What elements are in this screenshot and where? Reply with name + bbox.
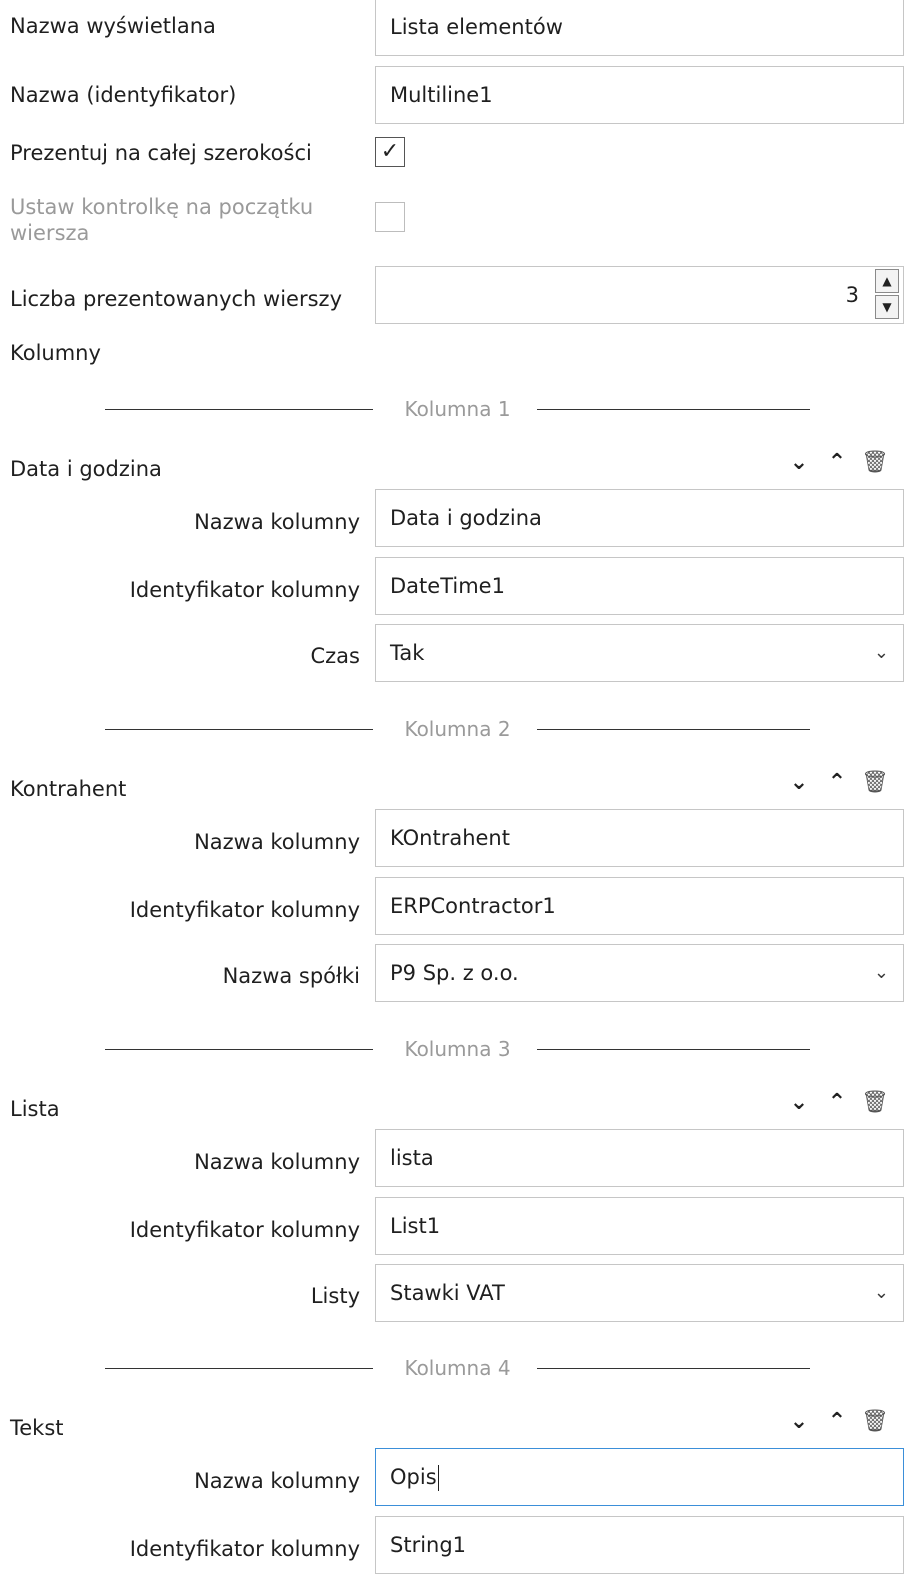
column-option-select[interactable]: Tak ⌄: [375, 624, 904, 682]
column-id-input[interactable]: List1: [375, 1197, 904, 1255]
column-separator-label: Kolumna 3: [404, 1037, 511, 1061]
column-name-value: Data i godzina: [390, 506, 542, 530]
move-up-icon[interactable]: ⌃: [818, 450, 856, 475]
column-name-input[interactable]: KOntrahent: [375, 809, 904, 867]
line-start-label-line1: Ustaw kontrolkę na początku: [10, 195, 314, 219]
column-toolbar: ⌄ ⌃ 🗑: [780, 450, 900, 480]
column-name-input[interactable]: lista: [375, 1129, 904, 1187]
line-start-label-line2: wiersza: [10, 221, 90, 245]
column-option-select[interactable]: Stawki VAT ⌄: [375, 1264, 904, 1322]
column-type-label: Kontrahent: [10, 777, 127, 801]
column-option-value: Stawki VAT: [390, 1281, 505, 1305]
trash-icon[interactable]: 🗑: [856, 1090, 894, 1115]
columns-label: Kolumny: [10, 341, 101, 365]
column-id-label: Identyfikator kolumny: [129, 898, 360, 922]
spin-down-icon[interactable]: ▼: [875, 295, 899, 319]
text-caret: [437, 1465, 439, 1491]
column-toolbar: ⌄ ⌃ 🗑: [780, 1409, 900, 1439]
move-up-icon[interactable]: ⌃: [818, 1409, 856, 1434]
rows-count-spinner[interactable]: 3 ▲ ▼: [375, 266, 904, 324]
column-name-label: Nazwa kolumny: [194, 830, 360, 854]
column-option-select[interactable]: P9 Sp. z o.o. ⌄: [375, 944, 904, 1002]
column-name-input[interactable]: Data i godzina: [375, 489, 904, 547]
column-option-label: Nazwa spółki: [222, 964, 360, 988]
column-name-label: Nazwa kolumny: [194, 1469, 360, 1493]
identifier-label: Nazwa (identyfikator): [10, 83, 237, 107]
column-separator: Kolumna 2: [105, 716, 810, 742]
column-separator-label: Kolumna 1: [404, 397, 511, 421]
column-separator-label: Kolumna 4: [404, 1356, 511, 1380]
checkmark-icon: ✓: [380, 139, 400, 164]
column-separator-label: Kolumna 2: [404, 717, 511, 741]
move-down-icon[interactable]: ⌄: [780, 1090, 818, 1115]
trash-icon[interactable]: 🗑: [856, 450, 894, 475]
column-toolbar: ⌄ ⌃ 🗑: [780, 1090, 900, 1120]
column-option-label: Listy: [310, 1284, 360, 1308]
column-name-label: Nazwa kolumny: [194, 1150, 360, 1174]
move-down-icon[interactable]: ⌄: [780, 450, 818, 475]
column-separator: Kolumna 3: [105, 1036, 810, 1062]
chevron-down-icon: ⌄: [873, 962, 889, 983]
rows-count-value: 3: [845, 283, 859, 307]
column-type-label: Data i godzina: [10, 457, 162, 481]
column-option-value: Tak: [390, 641, 425, 665]
trash-icon[interactable]: 🗑: [856, 770, 894, 795]
full-width-label: Prezentuj na całej szerokości: [10, 141, 312, 165]
column-type-label: Tekst: [10, 1416, 64, 1440]
line-start-checkbox[interactable]: [375, 202, 405, 232]
column-id-input[interactable]: ERPContractor1: [375, 877, 904, 935]
column-name-value: lista: [390, 1146, 434, 1170]
column-id-input[interactable]: DateTime1: [375, 557, 904, 615]
chevron-down-icon: ⌄: [873, 1282, 889, 1303]
column-name-label: Nazwa kolumny: [194, 510, 360, 534]
chevron-down-icon: ⌄: [873, 642, 889, 663]
column-id-label: Identyfikator kolumny: [129, 578, 360, 602]
display-name-label: Nazwa wyświetlana: [10, 14, 216, 38]
line-start-label: Ustaw kontrolkę na początku wiersza: [10, 194, 313, 246]
rows-count-label: Liczba prezentowanych wierszy: [10, 287, 343, 311]
column-name-value: KOntrahent: [390, 826, 510, 850]
column-option-value: P9 Sp. z o.o.: [390, 961, 519, 985]
column-separator: Kolumna 4: [105, 1355, 810, 1381]
column-option-label: Czas: [310, 644, 361, 668]
trash-icon[interactable]: 🗑: [856, 1409, 894, 1434]
column-id-label: Identyfikator kolumny: [129, 1218, 360, 1242]
move-down-icon[interactable]: ⌄: [780, 770, 818, 795]
column-type-label: Lista: [10, 1097, 60, 1121]
identifier-input[interactable]: Multiline1: [375, 66, 904, 124]
display-name-input[interactable]: Lista elementów: [375, 0, 904, 56]
column-id-input[interactable]: String1: [375, 1516, 904, 1574]
move-up-icon[interactable]: ⌃: [818, 770, 856, 795]
column-name-value: Opis: [390, 1465, 437, 1489]
column-id-label: Identyfikator kolumny: [129, 1537, 360, 1561]
full-width-checkbox[interactable]: ✓: [375, 137, 405, 167]
column-toolbar: ⌄ ⌃ 🗑: [780, 770, 900, 800]
column-name-input[interactable]: Opis: [375, 1448, 904, 1506]
move-up-icon[interactable]: ⌃: [818, 1090, 856, 1115]
column-separator: Kolumna 1: [105, 396, 810, 422]
spin-up-icon[interactable]: ▲: [875, 269, 899, 293]
move-down-icon[interactable]: ⌄: [780, 1409, 818, 1434]
